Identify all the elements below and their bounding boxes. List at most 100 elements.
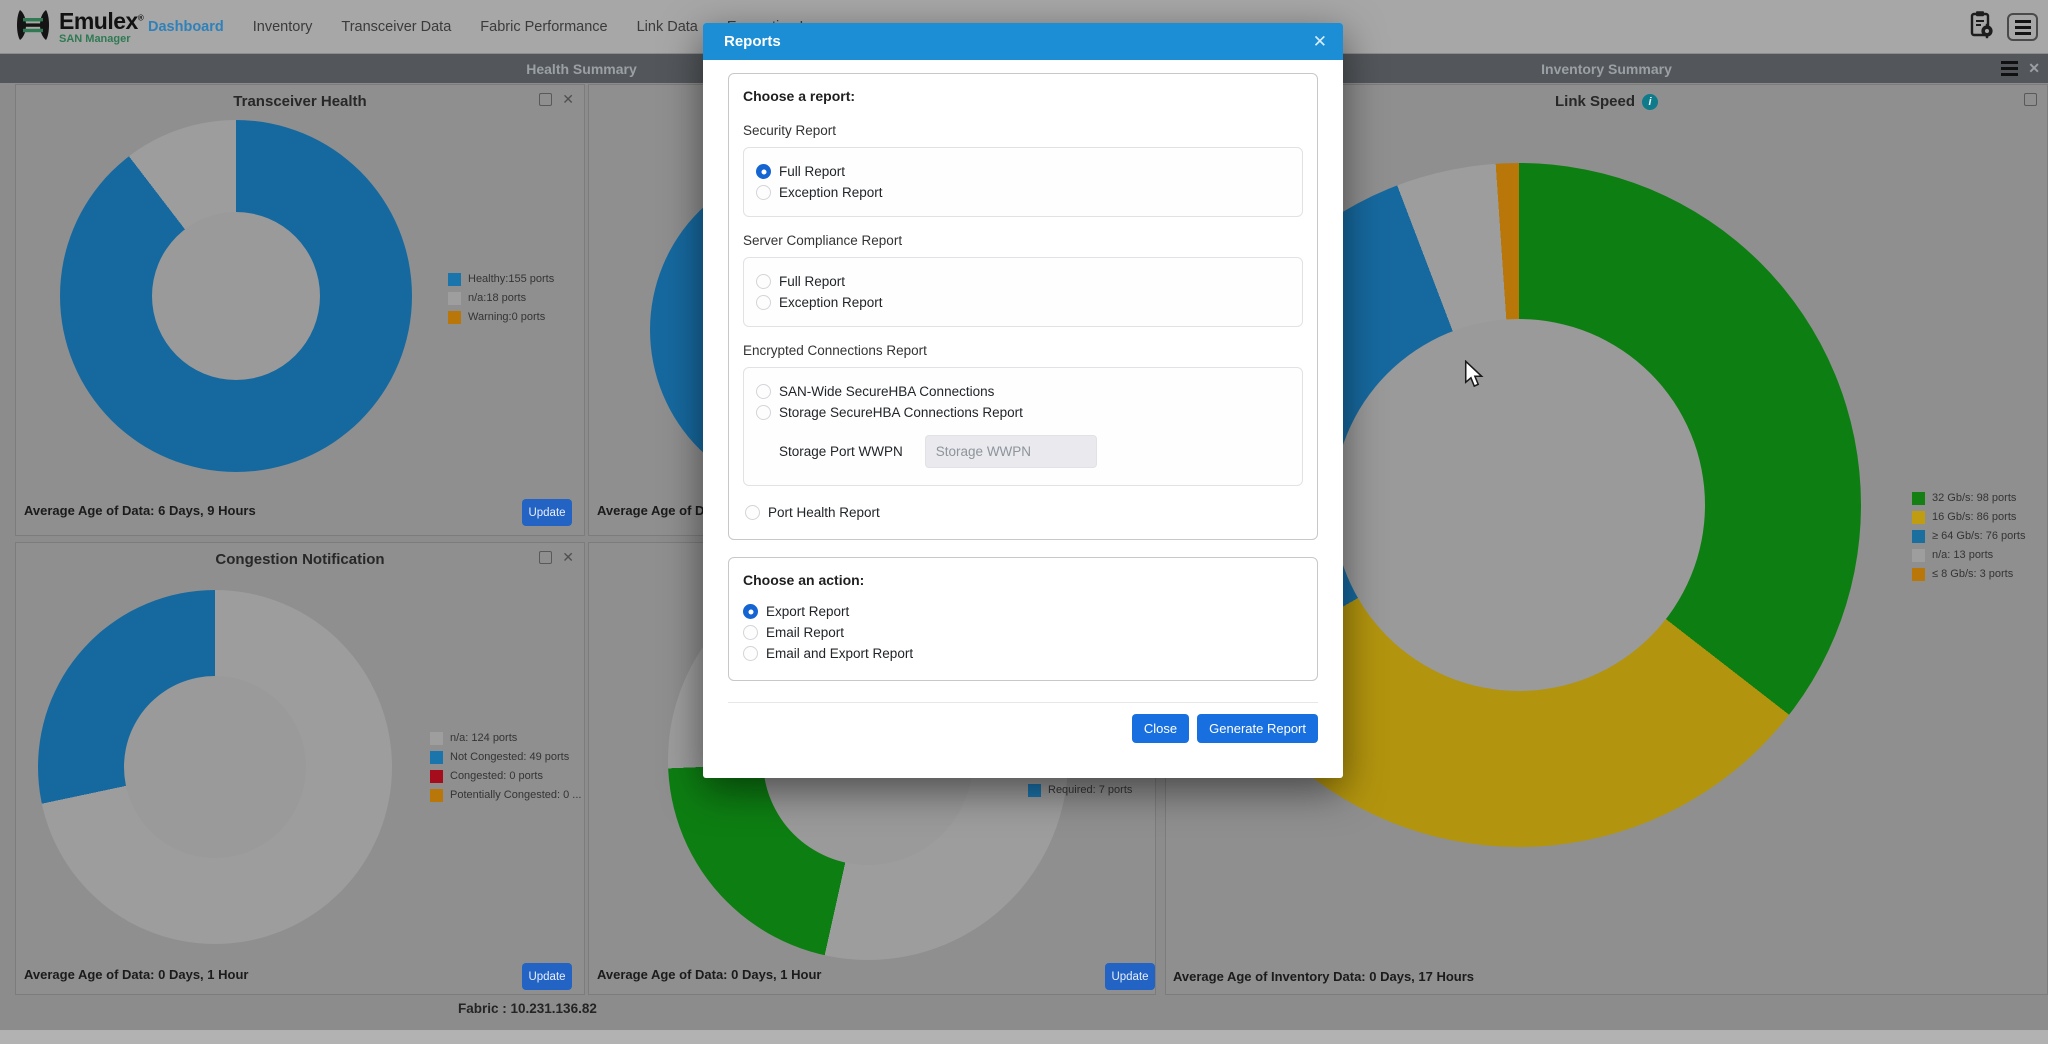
legend-label: 16 Gb/s: 86 ports bbox=[1932, 511, 2016, 523]
port-health-report-option: Port Health Report bbox=[745, 502, 1303, 523]
close-button[interactable]: Close bbox=[1132, 714, 1189, 743]
panel-title: Link Speed bbox=[1555, 93, 1635, 110]
nav-item-fabric-performance[interactable]: Fabric Performance bbox=[480, 19, 607, 35]
close-icon[interactable]: ✕ bbox=[562, 551, 574, 564]
legend-row: Warning:0 ports bbox=[448, 310, 554, 324]
legend-swatch bbox=[1912, 549, 1925, 562]
radio-selected-icon[interactable] bbox=[743, 604, 758, 619]
security-report-label: Security Report bbox=[743, 123, 1303, 138]
radio-option-exception-report[interactable]: Exception Report bbox=[756, 292, 1290, 313]
update-button[interactable]: Update bbox=[1105, 963, 1155, 990]
legend-label: Congested: 0 ports bbox=[450, 770, 543, 782]
age-of-data-label: Average Age of Data: 6 Days, 9 Hours bbox=[24, 503, 256, 518]
age-of-inventory-data-label: Average Age of Inventory Data: 0 Days, 1… bbox=[1173, 969, 1474, 984]
radio-option-full-report[interactable]: Full Report bbox=[756, 161, 1290, 182]
radio-label: Storage SecureHBA Connections Report bbox=[779, 405, 1023, 420]
health-summary-title: Health Summary bbox=[526, 61, 636, 77]
legend-row: Congested: 0 ports bbox=[430, 769, 581, 783]
legend-row: 16 Gb/s: 86 ports bbox=[1912, 510, 2025, 524]
legend-swatch bbox=[430, 789, 443, 802]
radio-option-exception-report[interactable]: Exception Report bbox=[756, 182, 1290, 203]
choose-action-section: Choose an action: Export ReportEmail Rep… bbox=[728, 557, 1318, 681]
update-button[interactable]: Update bbox=[522, 963, 572, 990]
emulex-logo: Emulex® SAN Manager bbox=[14, 6, 143, 49]
radio-label: Exception Report bbox=[779, 295, 883, 310]
maximize-icon[interactable] bbox=[539, 551, 552, 564]
nav-item-transceiver-data[interactable]: Transceiver Data bbox=[341, 19, 451, 35]
radio-option-export-report[interactable]: Export Report bbox=[743, 601, 1303, 622]
radio-icon[interactable] bbox=[743, 646, 758, 661]
nav-item-inventory[interactable]: Inventory bbox=[253, 19, 313, 35]
report-icon[interactable] bbox=[1968, 10, 1995, 44]
legend-label: n/a: 124 ports bbox=[450, 732, 517, 744]
inventory-close-icon[interactable]: ✕ bbox=[2028, 60, 2040, 77]
legend-label: Not Congested: 49 ports bbox=[450, 751, 569, 763]
nav-item-link-data[interactable]: Link Data bbox=[637, 19, 698, 35]
radio-label: SAN-Wide SecureHBA Connections bbox=[779, 384, 994, 399]
choose-report-section: Choose a report: Security Report Full Re… bbox=[728, 73, 1318, 540]
nav-item-dashboard[interactable]: Dashboard bbox=[148, 19, 224, 35]
legend-row: Not Congested: 49 ports bbox=[430, 750, 581, 764]
radio-label: Exception Report bbox=[779, 185, 883, 200]
radio-option-email-and-export-report[interactable]: Email and Export Report bbox=[743, 643, 1303, 664]
generate-report-button[interactable]: Generate Report bbox=[1197, 714, 1318, 743]
radio-label: Export Report bbox=[766, 604, 849, 619]
action-options: Export Report Email ReportEmail and Expor… bbox=[743, 601, 1303, 664]
security-report-options: Full Report Exception Report bbox=[743, 147, 1303, 217]
radio-selected-icon[interactable] bbox=[756, 164, 771, 179]
legend-row: Required: 7 ports bbox=[1028, 783, 1132, 797]
legend-swatch bbox=[448, 311, 461, 324]
radio-label: Port Health Report bbox=[768, 505, 880, 520]
radio-label: Full Report bbox=[779, 274, 845, 289]
legend-swatch bbox=[1912, 530, 1925, 543]
radio-option-email-report[interactable]: Email Report bbox=[743, 622, 1303, 643]
legend-label: ≥ 64 Gb/s: 76 ports bbox=[1932, 530, 2025, 542]
update-button[interactable]: Update bbox=[522, 499, 572, 526]
age-of-data-label: Average Age of Data: 0 Days, 1 Hour bbox=[597, 967, 821, 982]
legend-label: 32 Gb/s: 98 ports bbox=[1932, 492, 2016, 504]
legend-swatch bbox=[430, 732, 443, 745]
brand-name: Emulex® bbox=[59, 10, 143, 33]
radio-icon[interactable] bbox=[756, 405, 771, 420]
inventory-menu-icon[interactable] bbox=[2001, 61, 2018, 76]
bottom-strip bbox=[0, 1030, 2048, 1044]
reports-modal: Reports ✕ Choose a report: Security Repo… bbox=[703, 23, 1343, 778]
menu-icon[interactable] bbox=[2007, 13, 2038, 41]
modal-title: Reports bbox=[724, 33, 1313, 50]
transceiver-health-donut bbox=[60, 120, 412, 472]
info-icon[interactable]: i bbox=[1642, 94, 1658, 110]
radio-option-port-health-report[interactable]: Port Health Report bbox=[745, 502, 1303, 523]
storage-wwpn-input[interactable] bbox=[925, 435, 1097, 468]
radio-icon[interactable] bbox=[756, 384, 771, 399]
transceiver-health-legend: Healthy:155 portsn/a:18 portsWarning:0 p… bbox=[448, 272, 554, 324]
legend-swatch bbox=[1028, 784, 1041, 797]
modal-close-icon[interactable]: ✕ bbox=[1313, 33, 1327, 50]
legend-swatch bbox=[430, 751, 443, 764]
legend-label: n/a:18 ports bbox=[468, 292, 526, 304]
congestion-donut bbox=[38, 590, 392, 944]
radio-icon[interactable] bbox=[756, 295, 771, 310]
legend-label: Warning:0 ports bbox=[468, 311, 545, 323]
legend-swatch bbox=[1912, 492, 1925, 505]
radio-icon[interactable] bbox=[756, 185, 771, 200]
maximize-icon[interactable] bbox=[2024, 93, 2037, 106]
radio-icon[interactable] bbox=[745, 505, 760, 520]
legend-swatch bbox=[448, 292, 461, 305]
radio-option-full-report[interactable]: Full Report bbox=[756, 271, 1290, 292]
app-screen: Emulex® SAN Manager Dashboard Inventory Tr… bbox=[0, 0, 2048, 1044]
radio-icon[interactable] bbox=[756, 274, 771, 289]
legend-swatch bbox=[1912, 568, 1925, 581]
server-compliance-options: Full Report Exception Report bbox=[743, 257, 1303, 327]
close-icon[interactable]: ✕ bbox=[562, 93, 574, 106]
radio-option-storage-securehba-connections-report[interactable]: Storage SecureHBA Connections Report bbox=[756, 402, 1290, 423]
radio-option-san-wide-securehba-connections[interactable]: SAN-Wide SecureHBA Connections bbox=[756, 381, 1290, 402]
radio-label: Full Report bbox=[779, 164, 845, 179]
mouse-cursor bbox=[1462, 360, 1486, 393]
congestion-legend: n/a: 124 ports Not Congested: 49 ports Con… bbox=[430, 731, 581, 802]
registered-mark: ® bbox=[138, 13, 143, 22]
radio-icon[interactable] bbox=[743, 625, 758, 640]
inventory-summary-title: Inventory Summary bbox=[1541, 61, 1672, 77]
maximize-icon[interactable] bbox=[539, 93, 552, 106]
link-speed-legend: 32 Gb/s: 98 ports 16 Gb/s: 86 ports ≥ 64 G… bbox=[1912, 491, 2025, 581]
emulex-logo-icon bbox=[14, 6, 52, 49]
